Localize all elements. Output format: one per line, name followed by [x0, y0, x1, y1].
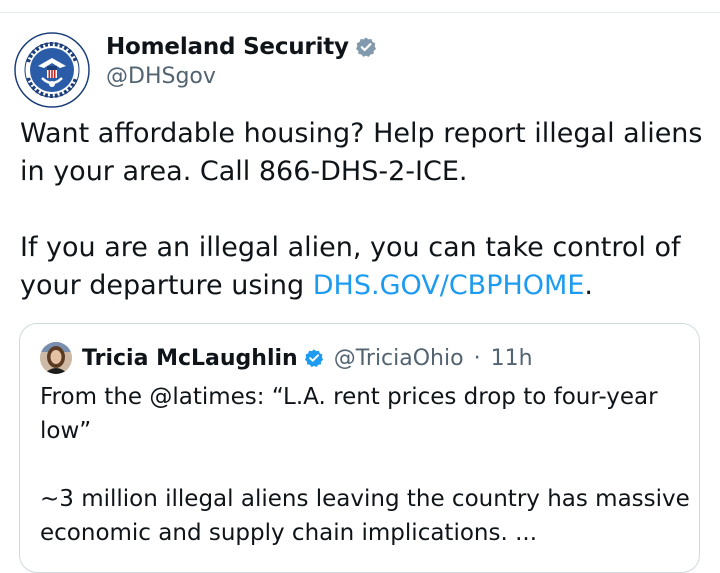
quoted-tweet-card[interactable]: Tricia McLaughlin @TriciaOhio · 11h From… — [19, 323, 700, 573]
quote-body: From the @latimes: “L.A. rent prices dro… — [40, 380, 690, 550]
tweet-paragraph-1: Want affordable housing? Help report ill… — [20, 118, 703, 187]
author-display-name[interactable]: Homeland Security — [106, 34, 349, 60]
tweet-paragraph-2-suffix: . — [584, 270, 593, 301]
quote-verified-badge-icon[interactable] — [304, 348, 324, 368]
tweet-body: Want affordable housing? Help report ill… — [20, 115, 710, 305]
verified-badge-icon[interactable] — [355, 36, 377, 58]
tweet-author: Homeland Security @DHSgov — [106, 34, 377, 89]
quote-author-avatar[interactable] — [40, 342, 72, 374]
top-divider — [0, 12, 720, 13]
quote-author-handle[interactable]: @TriciaOhio — [334, 346, 464, 371]
quote-author-name[interactable]: Tricia McLaughlin — [82, 346, 298, 371]
dhs-seal-avatar[interactable] — [14, 32, 90, 108]
quote-paragraph-1: From the @latimes: “L.A. rent prices dro… — [40, 384, 658, 444]
author-handle[interactable]: @DHSgov — [106, 64, 377, 89]
profile-photo-icon — [40, 342, 72, 374]
quote-paragraph-2: ~3 million illegal aliens leaving the co… — [40, 486, 690, 546]
dhs-seal-icon — [14, 32, 90, 108]
tweet-paragraph-2: If you are an illegal alien, you can tak… — [20, 229, 710, 305]
cbphome-link[interactable]: DHS.GOV/CBPHOME — [313, 270, 585, 301]
quote-separator: · — [473, 345, 481, 371]
quote-header: Tricia McLaughlin @TriciaOhio · 11h — [40, 342, 533, 374]
quote-timestamp[interactable]: 11h — [491, 346, 533, 371]
